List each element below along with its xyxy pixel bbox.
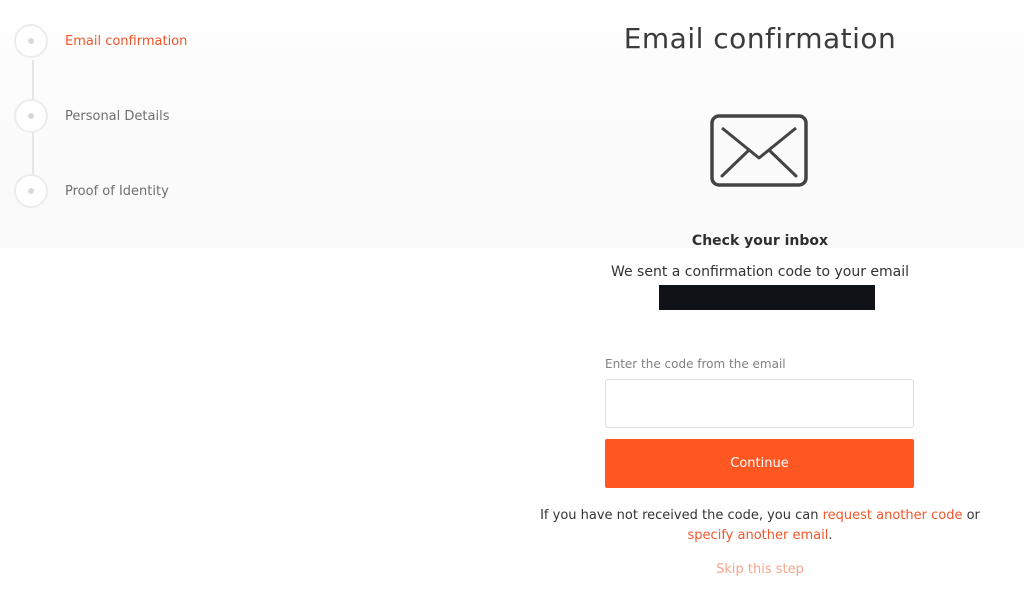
main-panel: Email confirmation Check your inbox We s… [500,0,1020,593]
confirmation-code-input[interactable] [605,379,914,428]
step-indicator-dot [28,113,34,119]
email-confirmation-page: Email confirmation Personal Details Proo… [0,0,1024,593]
envelope-icon [710,114,808,187]
step-indicator-dot [28,38,34,44]
request-another-code-link[interactable]: request another code [823,508,963,523]
resend-suffix-text: . [828,528,833,543]
step-proof-of-identity[interactable]: Proof of Identity [14,172,274,210]
step-indicator-circle [14,174,48,208]
code-field-label: Enter the code from the email [605,357,786,371]
confirmation-sent-text: We sent a confirmation code to your emai… [610,264,910,280]
step-personal-details[interactable]: Personal Details [14,97,274,135]
continue-button[interactable]: Continue [605,439,914,488]
skip-step-link[interactable]: Skip this step [500,562,1020,577]
page-title: Email confirmation [623,22,897,55]
resend-or-text: or [962,508,980,523]
specify-another-email-link[interactable]: specify another email [688,528,829,543]
step-indicator-circle [14,99,48,133]
check-inbox-heading: Check your inbox [691,233,829,249]
resend-instructions: If you have not received the code, you c… [500,506,1020,546]
step-label-personal-details: Personal Details [65,108,170,124]
step-indicator-circle [14,24,48,58]
redacted-email-address [659,285,875,310]
step-email-confirmation[interactable]: Email confirmation [14,22,274,60]
resend-prefix-text: If you have not received the code, you c… [540,508,823,523]
step-indicator-dot [28,188,34,194]
step-label-email-confirmation: Email confirmation [65,33,188,49]
step-label-proof-of-identity: Proof of Identity [65,183,169,199]
